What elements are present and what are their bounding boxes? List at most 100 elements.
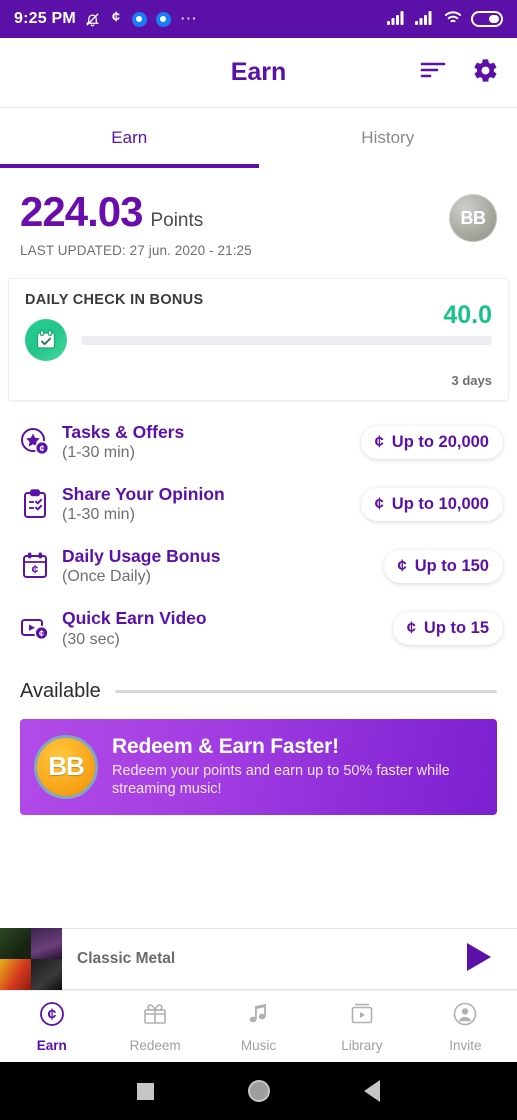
person-circle-icon bbox=[452, 1001, 478, 1032]
last-updated-text: LAST UPDATED: 27 jun. 2020 - 21:25 bbox=[20, 243, 252, 258]
available-label: Available bbox=[20, 679, 101, 702]
earn-row-text: Share Your Opinion (1-30 min) bbox=[62, 484, 351, 524]
earn-row-subtitle: (30 sec) bbox=[62, 630, 120, 648]
sort-icon[interactable] bbox=[420, 60, 446, 85]
signal-bars-icon bbox=[415, 9, 435, 30]
tab-earn[interactable]: Earn bbox=[0, 108, 259, 168]
points-text-group: 224.03 Points LAST UPDATED: 27 jun. 2020… bbox=[20, 188, 449, 258]
earn-row-title: Quick Earn Video bbox=[62, 608, 207, 629]
video-coin-icon: ¢ bbox=[18, 612, 52, 644]
cent-icon: ¢ bbox=[406, 618, 416, 637]
daily-checkin-title: DAILY CHECK IN BONUS bbox=[25, 292, 204, 308]
status-bar: 9:25 PM ¢ ⋯ bbox=[0, 0, 517, 38]
gift-icon bbox=[142, 1001, 168, 1032]
svg-text:¢: ¢ bbox=[32, 563, 39, 577]
svg-text:¢: ¢ bbox=[112, 10, 120, 25]
bottom-navigation: ¢ Earn Redeem Music Library Invite bbox=[0, 990, 517, 1062]
album-art-tile bbox=[31, 959, 62, 990]
nav-item-library[interactable]: Library bbox=[310, 1001, 413, 1053]
points-unit-label: Points bbox=[150, 210, 204, 231]
nav-label-earn: Earn bbox=[36, 1037, 67, 1053]
earn-reward-label: Up to 15 bbox=[423, 618, 489, 637]
available-section-header: Available bbox=[0, 660, 517, 709]
wifi-icon bbox=[443, 9, 463, 30]
earn-reward-pill[interactable]: ¢ Up to 15 bbox=[392, 611, 503, 645]
promo-banner[interactable]: BB Redeem & Earn Faster! Redeem your poi… bbox=[20, 718, 497, 815]
section-divider bbox=[114, 689, 497, 693]
points-value: 224.03 bbox=[20, 188, 143, 235]
daily-checkin-card[interactable]: DAILY CHECK IN BONUS 40.0 3 days bbox=[8, 278, 509, 401]
album-art-tile bbox=[31, 928, 62, 959]
earn-row-text: Tasks & Offers (1-30 min) bbox=[62, 422, 351, 462]
main-content: 224.03 Points LAST UPDATED: 27 jun. 2020… bbox=[0, 168, 517, 928]
blue-circle-icon bbox=[155, 11, 171, 27]
points-row: 224.03 Points bbox=[20, 188, 449, 236]
album-art-thumbnail bbox=[0, 928, 62, 990]
settings-gear-icon[interactable] bbox=[472, 57, 499, 89]
nav-item-music[interactable]: Music bbox=[207, 1001, 310, 1053]
cent-icon: ¢ bbox=[374, 494, 384, 513]
earn-row-text: Daily Usage Bonus (Once Daily) bbox=[62, 546, 374, 586]
mini-player[interactable]: Classic Metal bbox=[0, 928, 517, 990]
earn-row-text: Quick Earn Video (30 sec) bbox=[62, 608, 383, 648]
nav-item-invite[interactable]: Invite bbox=[414, 1001, 517, 1053]
nav-item-redeem[interactable]: Redeem bbox=[103, 1001, 206, 1053]
battery-icon bbox=[471, 11, 503, 27]
earn-row-title: Daily Usage Bonus bbox=[62, 546, 221, 567]
calendar-coin-icon: ¢ bbox=[18, 550, 52, 582]
earn-row-tasks-offers[interactable]: ¢ Tasks & Offers (1-30 min) ¢ Up to 20,0… bbox=[0, 411, 517, 473]
earn-reward-label: Up to 150 bbox=[414, 556, 489, 575]
recents-square-icon[interactable] bbox=[137, 1082, 154, 1100]
tab-bar: Earn History bbox=[0, 108, 517, 168]
earn-reward-pill[interactable]: ¢ Up to 150 bbox=[383, 549, 503, 583]
android-navigation-bar bbox=[0, 1062, 517, 1120]
app-bar: Earn bbox=[0, 38, 517, 108]
earn-row-share-your-opinion[interactable]: Share Your Opinion (1-30 min) ¢ Up to 10… bbox=[0, 473, 517, 535]
progress-track bbox=[81, 335, 492, 345]
nav-label-music: Music bbox=[240, 1037, 277, 1053]
points-summary: 224.03 Points LAST UPDATED: 27 jun. 2020… bbox=[0, 168, 517, 274]
earn-row-quick-earn-video[interactable]: ¢ Quick Earn Video (30 sec) ¢ Up to 15 bbox=[0, 597, 517, 659]
earn-row-daily-usage-bonus[interactable]: ¢ Daily Usage Bonus (Once Daily) ¢ Up to… bbox=[0, 535, 517, 597]
tab-history-label: History bbox=[361, 128, 415, 147]
play-icon[interactable] bbox=[461, 940, 495, 979]
earn-reward-pill[interactable]: ¢ Up to 20,000 bbox=[360, 425, 503, 459]
nav-label-library: Library bbox=[341, 1037, 383, 1053]
album-art-tile bbox=[0, 959, 31, 990]
earn-row-title: Tasks & Offers bbox=[62, 422, 185, 442]
back-triangle-icon[interactable] bbox=[364, 1080, 380, 1102]
earn-options-list: ¢ Tasks & Offers (1-30 min) ¢ Up to 20,0… bbox=[0, 401, 517, 660]
earn-row-subtitle: (1-30 min) bbox=[62, 444, 135, 462]
nav-item-earn[interactable]: ¢ Earn bbox=[0, 1001, 103, 1053]
svg-text:¢: ¢ bbox=[39, 444, 44, 454]
tab-history[interactable]: History bbox=[259, 108, 517, 168]
daily-checkin-days: 3 days bbox=[451, 373, 492, 388]
nav-label-redeem: Redeem bbox=[129, 1037, 181, 1053]
home-circle-icon[interactable] bbox=[248, 1080, 270, 1102]
status-bar-left: 9:25 PM ¢ ⋯ bbox=[14, 8, 198, 30]
star-coin-icon: ¢ bbox=[18, 426, 52, 458]
promo-text-group: Redeem & Earn Faster! Redeem your points… bbox=[112, 735, 483, 799]
daily-checkin-progress-row bbox=[25, 319, 492, 361]
earn-reward-label: Up to 20,000 bbox=[391, 432, 489, 451]
daily-checkin-amount: 40.0 bbox=[443, 301, 492, 329]
tab-active-indicator bbox=[0, 164, 259, 168]
earn-row-subtitle: (Once Daily) bbox=[62, 568, 151, 586]
cent-icon: ¢ bbox=[374, 432, 384, 451]
status-bar-right bbox=[387, 9, 503, 30]
cent-icon: ¢ bbox=[397, 556, 407, 575]
mini-player-track-title: Classic Metal bbox=[77, 950, 176, 967]
app-bar-actions bbox=[420, 57, 499, 89]
earn-row-subtitle: (1-30 min) bbox=[62, 506, 135, 524]
earn-reward-pill[interactable]: ¢ Up to 10,000 bbox=[360, 487, 503, 521]
coin-circle-icon: ¢ bbox=[39, 1001, 65, 1032]
music-note-icon bbox=[246, 1001, 272, 1032]
clipboard-survey-icon bbox=[18, 488, 52, 520]
status-time: 9:25 PM bbox=[14, 10, 76, 27]
avatar[interactable]: BB bbox=[449, 194, 497, 242]
app-screen: 9:25 PM ¢ ⋯ Earn Earn History 224.03 Poi… bbox=[0, 0, 517, 1120]
svg-text:¢: ¢ bbox=[39, 629, 44, 639]
promo-title: Redeem & Earn Faster! bbox=[112, 734, 339, 758]
calendar-check-icon bbox=[25, 319, 67, 361]
earn-row-title: Share Your Opinion bbox=[62, 484, 225, 505]
